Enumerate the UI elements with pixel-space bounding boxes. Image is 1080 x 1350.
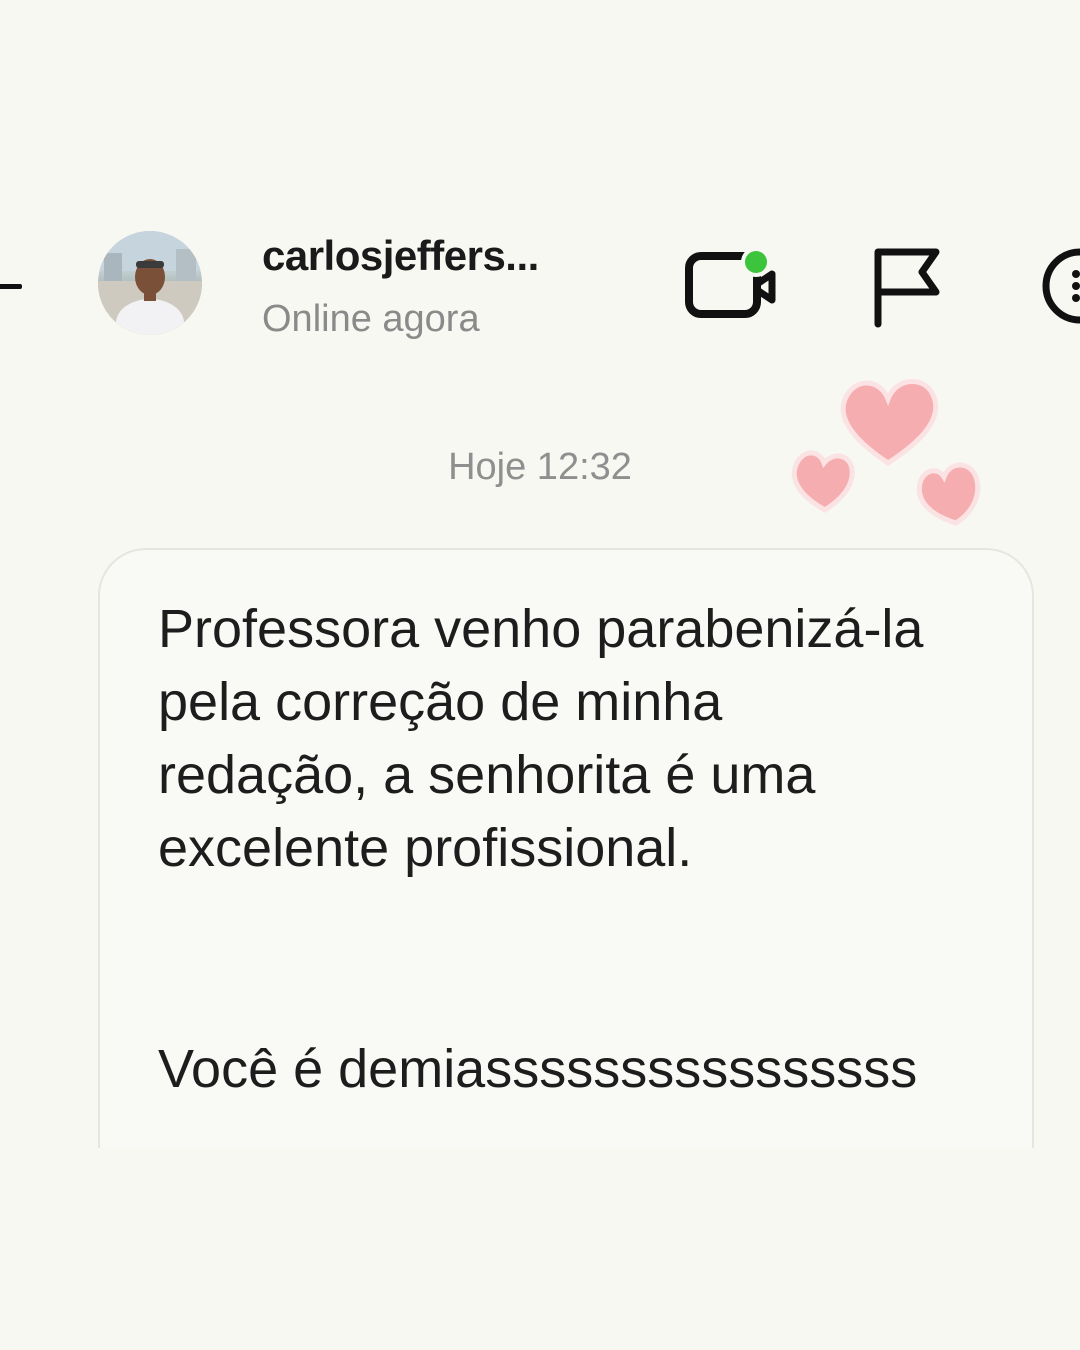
report-button[interactable] bbox=[870, 246, 944, 328]
online-dot bbox=[745, 251, 767, 273]
contact-username[interactable]: carlosjeffers... bbox=[262, 232, 539, 280]
flag-icon bbox=[874, 248, 940, 328]
message-line: excelente profissional. bbox=[158, 818, 693, 878]
message-line: Professora venho parabenizá-la bbox=[158, 599, 924, 659]
more-options-button[interactable] bbox=[1040, 244, 1080, 328]
video-call-button[interactable] bbox=[684, 244, 780, 328]
back-arrow-icon[interactable] bbox=[0, 284, 22, 289]
message-timestamp: Hoje 12:32 bbox=[448, 446, 632, 488]
message-line: Você é demiassssssssssssssss bbox=[158, 1039, 918, 1099]
message-line: pela correção de minha bbox=[158, 672, 723, 732]
online-status: Online agora bbox=[262, 298, 480, 340]
message-line: redação, a senhorita é uma bbox=[158, 745, 816, 805]
more-options-icon bbox=[1042, 248, 1080, 324]
avatar[interactable] bbox=[98, 231, 202, 335]
video-call-icon bbox=[685, 247, 776, 318]
